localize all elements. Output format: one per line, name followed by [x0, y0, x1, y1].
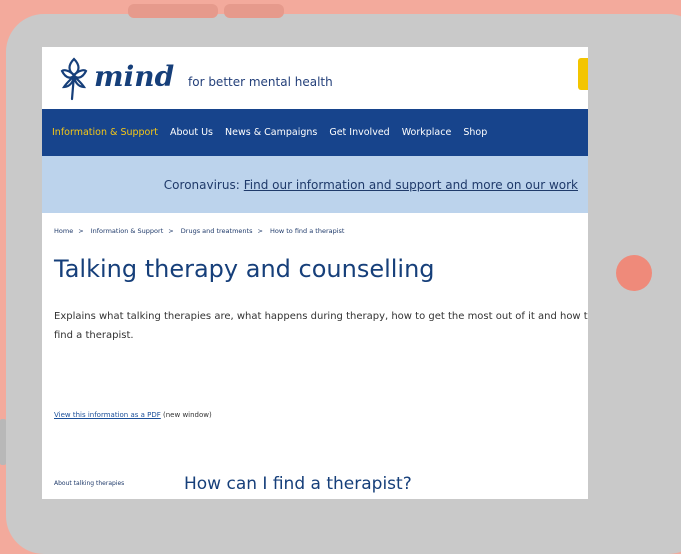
- pdf-line: View this information as a PDF (new wind…: [54, 411, 212, 419]
- nav-news-campaigns[interactable]: News & Campaigns: [225, 127, 317, 138]
- device-top-edge-2: [224, 4, 284, 18]
- pdf-link[interactable]: View this information as a PDF: [54, 411, 161, 419]
- banner-label: Coronavirus:: [163, 177, 240, 192]
- home-button[interactable]: [616, 255, 652, 291]
- breadcrumb-information-support[interactable]: Information & Support: [91, 227, 164, 235]
- mind-logo[interactable]: mind: [54, 53, 184, 103]
- flower-icon: [60, 57, 88, 101]
- breadcrumb-home[interactable]: Home: [54, 227, 73, 235]
- page-intro: Explains what talking therapies are, wha…: [54, 311, 588, 341]
- nav-workplace[interactable]: Workplace: [402, 127, 452, 138]
- site-header: mind for better mental health: [42, 47, 588, 109]
- pdf-note: (new window): [163, 411, 212, 419]
- breadcrumb: Home > Information & Support > Drugs and t…: [54, 227, 345, 235]
- breadcrumb-drugs-treatments[interactable]: Drugs and treatments: [181, 227, 253, 235]
- device-side-button[interactable]: [0, 419, 6, 465]
- nav-shop[interactable]: Shop: [463, 127, 487, 138]
- coronavirus-banner: Coronavirus: Find our information and su…: [42, 156, 588, 213]
- nav-get-involved[interactable]: Get Involved: [329, 127, 389, 138]
- donate-tab[interactable]: [578, 58, 588, 90]
- device-top-edge: [128, 4, 218, 18]
- breadcrumb-current: How to find a therapist: [270, 227, 345, 235]
- browser-screen: mind for better mental health Informatio…: [42, 47, 588, 499]
- nav-about-us[interactable]: About Us: [170, 127, 213, 138]
- main-nav: Information & Support About Us News & Ca…: [42, 109, 588, 156]
- section-heading: How can I find a therapist?: [184, 474, 412, 494]
- nav-information-support[interactable]: Information & Support: [52, 127, 158, 138]
- tagline: for better mental health: [188, 75, 333, 89]
- page-title: Talking therapy and counselling: [54, 255, 435, 283]
- banner-link[interactable]: Find our information and support and mor…: [244, 178, 578, 192]
- side-nav-item[interactable]: About talking therapies: [54, 480, 124, 487]
- svg-text:mind: mind: [94, 60, 174, 93]
